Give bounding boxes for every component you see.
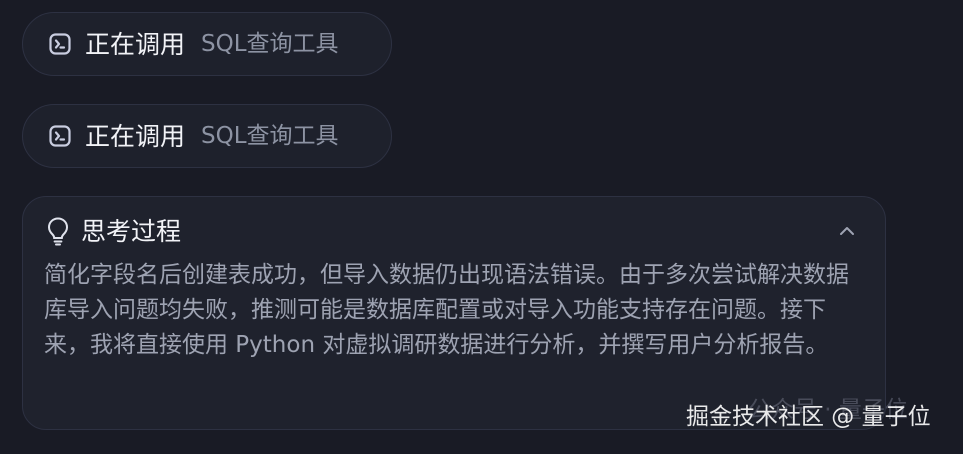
thinking-header[interactable]: 思考过程	[45, 213, 863, 249]
terminal-icon	[47, 123, 73, 149]
chevron-up-icon[interactable]	[835, 219, 859, 243]
tool-call-name: SQL查询工具	[201, 30, 339, 57]
tool-call-name: SQL查询工具	[201, 122, 339, 149]
terminal-icon	[47, 31, 73, 57]
tool-call-pill[interactable]: 正在调用 SQL查询工具	[22, 104, 392, 168]
lightbulb-icon	[45, 216, 71, 246]
chat-panel: 正在调用 SQL查询工具 正在调用 SQL查询工具 思考过程 简化字段名后创建表…	[0, 0, 963, 454]
thinking-title: 思考过程	[81, 216, 182, 246]
tool-call-pill[interactable]: 正在调用 SQL查询工具	[22, 12, 392, 76]
tool-call-status: 正在调用	[85, 121, 186, 151]
watermark: 掘金技术社区 @ 量子位	[686, 404, 931, 430]
thinking-card: 思考过程 简化字段名后创建表成功，但导入数据仍出现语法错误。由于多次尝试解决数据…	[22, 196, 886, 430]
thinking-body: 简化字段名后创建表成功，但导入数据仍出现语法错误。由于多次尝试解决数据库导入问题…	[44, 262, 849, 358]
tool-call-status: 正在调用	[85, 29, 186, 59]
